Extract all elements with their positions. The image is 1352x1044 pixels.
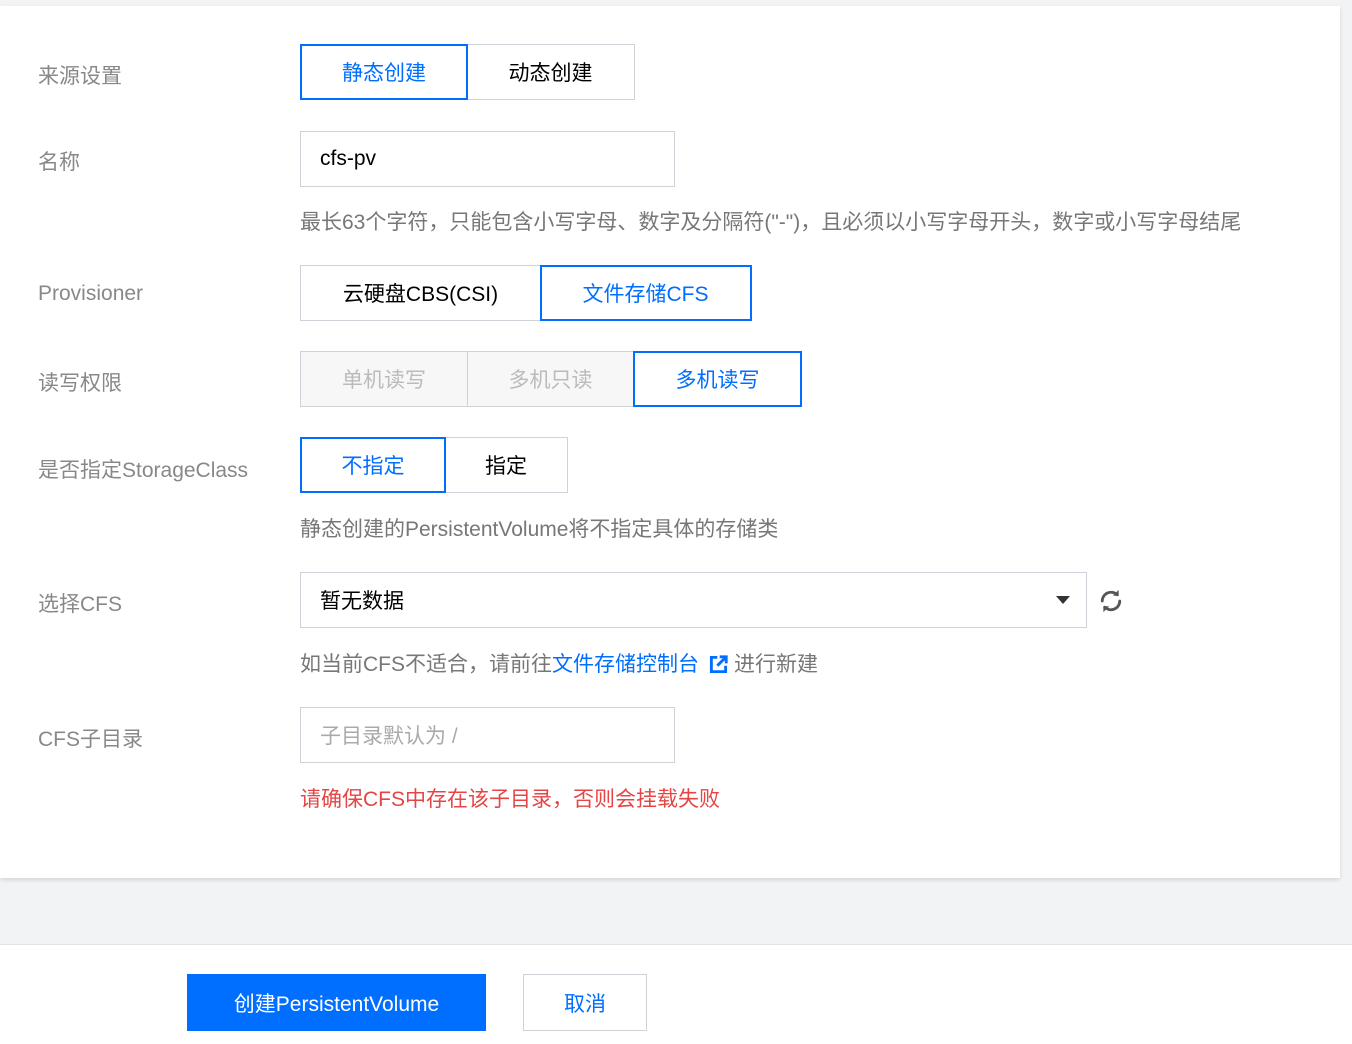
access-option-single-rw: 单机读写 [300, 351, 468, 407]
caret-down-icon [1056, 596, 1070, 604]
name-input[interactable]: cfs-pv [300, 131, 675, 187]
cancel-button[interactable]: 取消 [523, 974, 647, 1031]
source-option-static[interactable]: 静态创建 [300, 44, 468, 100]
storage-class-option-unspecified[interactable]: 不指定 [300, 437, 446, 493]
name-help-text: 最长63个字符，只能包含小写字母、数字及分隔符("-")，且必须以小写字母开头，… [300, 211, 1242, 234]
cfs-console-link[interactable]: 文件存储控制台 [552, 653, 699, 676]
storage-class-label: 是否指定StorageClass [38, 459, 249, 482]
source-label: 来源设置 [38, 65, 122, 88]
create-pv-button[interactable]: 创建PersistentVolume [187, 974, 486, 1031]
subdir-label: CFS子目录 [38, 728, 143, 751]
source-segmented: 静态创建 动态创建 [300, 44, 635, 100]
provisioner-option-cfs[interactable]: 文件存储CFS [539, 265, 752, 321]
subdir-input[interactable]: 子目录默认为 / [300, 707, 675, 763]
cfs-help-suffix: 进行新建 [734, 653, 818, 676]
source-option-dynamic[interactable]: 动态创建 [466, 44, 635, 100]
storage-class-segmented: 不指定 指定 [300, 437, 568, 493]
storage-class-option-specified[interactable]: 指定 [444, 437, 568, 493]
access-segmented: 单机读写 多机只读 多机读写 [300, 351, 802, 407]
provisioner-option-cbs[interactable]: 云硬盘CBS(CSI) [300, 265, 541, 321]
cfs-help-text: 如当前CFS不适合，请前往文件存储控制台 进行新建 [300, 648, 818, 680]
cfs-help-prefix: 如当前CFS不适合，请前往 [300, 653, 552, 676]
cfs-label: 选择CFS [38, 593, 122, 616]
provisioner-segmented: 云硬盘CBS(CSI) 文件存储CFS [300, 265, 752, 321]
access-option-multi-ro: 多机只读 [466, 351, 635, 407]
subdir-error-text: 请确保CFS中存在该子目录，否则会挂载失败 [300, 788, 720, 811]
refresh-icon[interactable] [1097, 587, 1125, 615]
name-label: 名称 [38, 151, 80, 174]
external-link-icon[interactable] [709, 655, 728, 680]
storage-class-help-text: 静态创建的PersistentVolume将不指定具体的存储类 [300, 518, 779, 541]
access-option-multi-rw[interactable]: 多机读写 [633, 351, 802, 407]
provisioner-label: Provisioner [38, 282, 144, 305]
cfs-select[interactable]: 暂无数据 [300, 572, 1087, 628]
cfs-select-value: 暂无数据 [320, 590, 404, 613]
access-label: 读写权限 [38, 372, 122, 395]
